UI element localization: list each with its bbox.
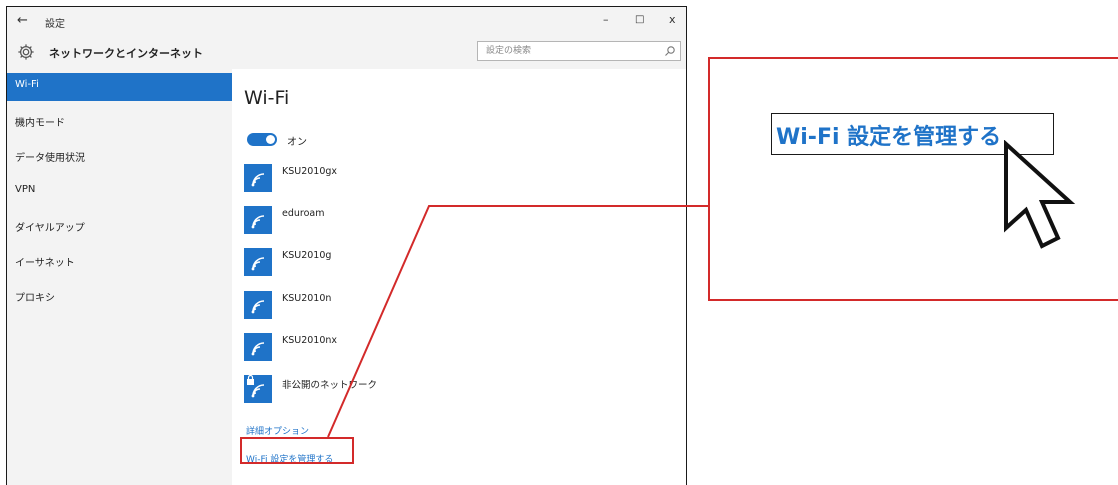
search-icon xyxy=(665,46,675,56)
sidebar-item-airplane-mode[interactable]: 機内モード xyxy=(7,108,232,136)
network-name: KSU2010n xyxy=(282,293,332,304)
settings-header: ネットワークとインターネット xyxy=(7,37,686,69)
back-arrow-icon[interactable]: ← xyxy=(17,13,28,28)
page-title: Wi-Fi xyxy=(244,87,290,109)
wifi-icon xyxy=(244,248,272,276)
sidebar-item-proxy[interactable]: プロキシ xyxy=(7,283,232,311)
network-name: eduroam xyxy=(282,208,325,219)
network-item[interactable]: KSU2010gx xyxy=(244,164,544,194)
wifi-icon xyxy=(244,164,272,192)
sidebar-item-vpn[interactable]: VPN xyxy=(7,178,232,206)
sidebar-item-dialup[interactable]: ダイヤルアップ xyxy=(7,213,232,241)
sidebar: Wi-Fi 機内モード データ使用状況 VPN ダイヤルアップ イーサネット プ… xyxy=(7,69,232,485)
sidebar-item-data-usage[interactable]: データ使用状況 xyxy=(7,143,232,171)
toggle-label: オン xyxy=(287,137,307,148)
network-name: 非公開のネットワーク xyxy=(282,380,378,391)
mouse-cursor-icon xyxy=(1004,140,1076,249)
wifi-content: Wi-Fi オン KSU2010gx eduroam KSU2010g KSU2… xyxy=(232,69,686,485)
wifi-lock-icon xyxy=(244,374,272,403)
network-item[interactable]: 非公開のネットワーク xyxy=(244,374,544,405)
search-input[interactable] xyxy=(478,42,674,60)
settings-window: ← 設定 – □ x ネットワークとインターネット Wi-Fi 機内モード デー… xyxy=(6,6,687,485)
minimize-button[interactable]: – xyxy=(603,13,609,26)
wifi-icon xyxy=(244,291,272,319)
wifi-icon xyxy=(244,206,272,234)
highlight-box xyxy=(240,437,354,464)
sidebar-item-wifi[interactable]: Wi-Fi xyxy=(7,73,232,101)
wifi-icon xyxy=(244,333,272,361)
close-button[interactable]: x xyxy=(669,13,676,26)
section-title: ネットワークとインターネット xyxy=(49,47,203,60)
network-name: KSU2010g xyxy=(282,250,332,261)
maximize-button[interactable]: □ xyxy=(635,14,644,25)
network-item[interactable]: eduroam xyxy=(244,206,544,236)
window-title: 設定 xyxy=(45,19,65,30)
network-item[interactable]: KSU2010g xyxy=(244,248,544,278)
title-bar: ← 設定 – □ x xyxy=(7,7,686,37)
network-name: KSU2010nx xyxy=(282,335,338,346)
network-item[interactable]: KSU2010n xyxy=(244,291,544,321)
wifi-toggle[interactable] xyxy=(247,133,277,146)
search-box[interactable] xyxy=(477,41,681,61)
network-item[interactable]: KSU2010nx xyxy=(244,333,544,363)
gear-icon xyxy=(18,44,34,60)
advanced-options-link[interactable]: 詳細オプション xyxy=(246,424,309,437)
sidebar-item-ethernet[interactable]: イーサネット xyxy=(7,248,232,276)
toggle-knob xyxy=(266,135,275,144)
network-name: KSU2010gx xyxy=(282,166,338,177)
